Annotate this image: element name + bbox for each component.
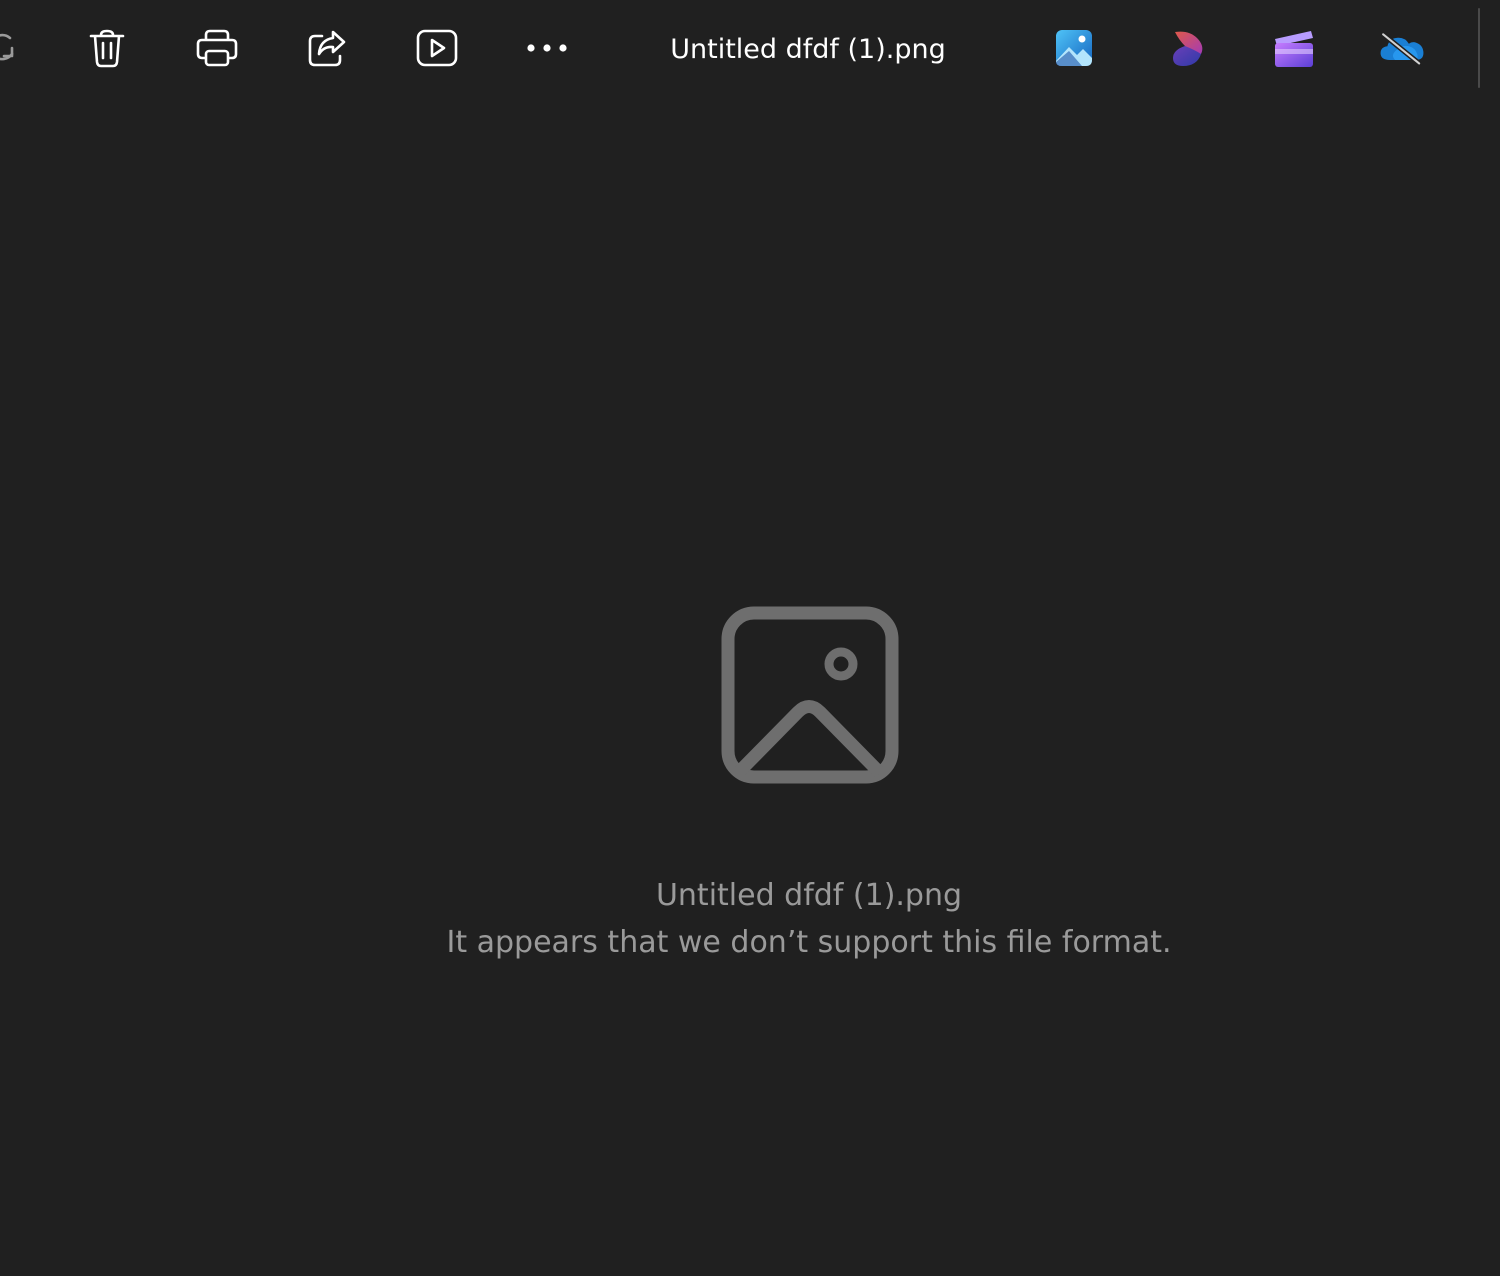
trash-icon xyxy=(89,29,125,68)
window-edge-scrollbar xyxy=(1478,8,1480,88)
image-placeholder-icon xyxy=(720,605,900,785)
clipchamp-app-button[interactable] xyxy=(1270,24,1318,72)
printer-icon xyxy=(196,29,238,67)
designer-app-icon xyxy=(1173,31,1203,66)
unsupported-format-message: Untitled dfdf (1).png It appears that we… xyxy=(300,872,1318,966)
photos-app-button[interactable] xyxy=(1050,24,1098,72)
designer-app-button[interactable] xyxy=(1163,24,1211,72)
file-title: Untitled dfdf (1).png xyxy=(670,34,946,65)
share-button[interactable] xyxy=(303,24,351,72)
print-button[interactable] xyxy=(193,24,241,72)
photo-viewer-window: Untitled dfdf (1).png Untitled dfdf (1).… xyxy=(0,0,1500,1276)
file-name-label: Untitled dfdf (1).png xyxy=(655,878,963,913)
rotate-icon xyxy=(0,33,14,61)
play-icon xyxy=(416,29,458,67)
slideshow-button[interactable] xyxy=(413,24,461,72)
more-options-button[interactable] xyxy=(523,24,571,72)
rotate-button[interactable] xyxy=(0,24,26,72)
photos-app-icon xyxy=(1056,30,1092,66)
error-text: It appears that we don’t support this fi… xyxy=(446,925,1172,960)
delete-button[interactable] xyxy=(83,24,131,72)
onedrive-offline-icon xyxy=(1380,31,1424,66)
more-icon xyxy=(527,44,567,52)
toolbar: Untitled dfdf (1).png xyxy=(0,0,1500,96)
onedrive-button[interactable] xyxy=(1378,24,1426,72)
clipchamp-app-icon xyxy=(1275,31,1313,67)
share-icon xyxy=(308,30,346,67)
